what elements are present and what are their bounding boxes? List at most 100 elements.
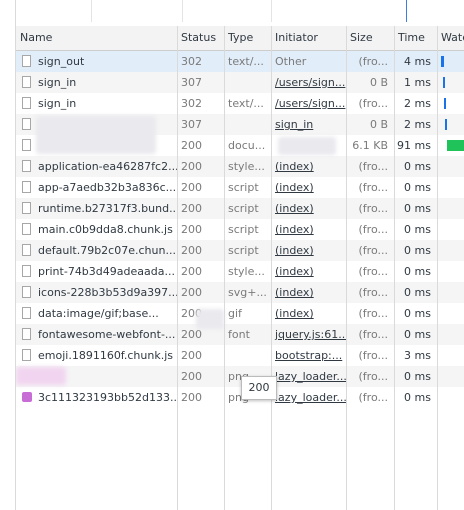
request-size: (fro... [358, 265, 388, 278]
request-size: (fro... [358, 349, 388, 362]
column-header-initiator[interactable]: Initiator [271, 26, 346, 50]
request-status: 200 [181, 223, 202, 236]
request-initiator[interactable]: /users/sign... [271, 72, 346, 93]
request-name: sign_in [38, 76, 77, 89]
request-name: sign_in [38, 97, 77, 110]
network-overview[interactable] [0, 0, 464, 27]
redaction-blur [278, 137, 336, 155]
left-gutter [0, 26, 16, 510]
request-type [224, 72, 271, 93]
request-time: 91 ms [397, 139, 431, 152]
request-time: 0 ms [404, 244, 431, 257]
request-initiator[interactable]: (index) [271, 156, 346, 177]
column-divider[interactable] [271, 26, 272, 510]
request-size: (fro... [358, 55, 388, 68]
table-row[interactable]: 3c111323193bb52d133... 200 png lazy_loader.… [16, 387, 464, 408]
request-size: (fro... [358, 391, 388, 404]
request-initiator[interactable]: (index) [271, 282, 346, 303]
requests-table[interactable]: Name Status Type Initiator Size Time Wat… [16, 26, 464, 510]
request-size: 0 B [369, 76, 388, 89]
request-initiator[interactable]: (index) [271, 261, 346, 282]
request-status: 200 [181, 370, 202, 383]
request-type: script [228, 202, 259, 215]
table-row[interactable]: sign_in 307/users/sign... 0 B 1 ms [16, 72, 464, 93]
overview-gridline [91, 0, 92, 22]
request-initiator[interactable]: lazy_loader... [271, 366, 346, 387]
request-status: 200 [181, 391, 202, 404]
table-row[interactable]: app-a7aedb32b3a836c... 200 script (index) (f… [16, 177, 464, 198]
table-row[interactable]: fontawesome-webfont-... 200 font jquery.js:… [16, 324, 464, 345]
request-size: (fro... [358, 223, 388, 236]
column-divider[interactable] [437, 26, 438, 510]
redaction-blur [36, 116, 156, 154]
column-header-name[interactable]: Name [16, 26, 177, 50]
table-row[interactable]: runtime.b27317f3.bund... 200 script (index)… [16, 198, 464, 219]
request-size: 0 B [369, 118, 388, 131]
request-initiator[interactable]: (index) [271, 240, 346, 261]
request-initiator[interactable]: (index) [271, 177, 346, 198]
column-divider[interactable] [224, 26, 225, 510]
request-time: 0 ms [404, 265, 431, 278]
request-type [224, 345, 271, 366]
table-row[interactable]: 200 png lazy_loader... (fro... 0 ms [16, 366, 464, 387]
request-type: text/... [228, 97, 264, 110]
request-initiator[interactable]: lazy_loader... [271, 387, 346, 408]
request-type: style... [228, 265, 265, 278]
request-time: 0 ms [404, 328, 431, 341]
request-status: 200 [181, 181, 202, 194]
request-time: 2 ms [404, 118, 431, 131]
request-time: 0 ms [404, 286, 431, 299]
request-type: docu... [228, 139, 266, 152]
table-row[interactable]: sign_out 302 text/... Other (fro... 4 ms [16, 51, 464, 72]
request-size: (fro... [358, 370, 388, 383]
request-time: 3 ms [404, 349, 431, 362]
request-time: 1 ms [404, 76, 431, 89]
table-row[interactable]: emoji.1891160f.chunk.js 200 bootstrap:... (… [16, 345, 464, 366]
request-name: runtime.b27317f3.bund... [38, 202, 177, 215]
request-size: (fro... [358, 244, 388, 257]
column-header-status[interactable]: Status [177, 26, 224, 50]
request-initiator[interactable]: /users/sign... [271, 93, 346, 114]
request-time: 0 ms [404, 370, 431, 383]
request-name: main.c0b9dda8.chunk.js [38, 223, 173, 236]
table-row[interactable]: data:image/gif;base... 200 gif (index) (fro.… [16, 303, 464, 324]
request-initiator[interactable]: sign_in [271, 114, 346, 135]
request-size: (fro... [358, 286, 388, 299]
request-name: emoji.1891160f.chunk.js [38, 349, 173, 362]
request-time: 2 ms [404, 97, 431, 110]
column-divider[interactable] [177, 26, 178, 510]
request-time: 0 ms [404, 391, 431, 404]
column-header-type[interactable]: Type [224, 26, 271, 50]
waterfall-bar [441, 56, 444, 67]
column-divider[interactable] [394, 26, 395, 510]
request-status: 200 [181, 244, 202, 257]
request-name: app-a7aedb32b3a836c... [38, 181, 177, 194]
table-row[interactable]: main.c0b9dda8.chunk.js 200 script (index) (f… [16, 219, 464, 240]
request-status: 302 [181, 55, 202, 68]
request-initiator[interactable]: jquery.js:61... [271, 324, 346, 345]
request-initiator[interactable]: (index) [271, 303, 346, 324]
status-tooltip: 200 [241, 376, 277, 400]
request-type: script [228, 181, 259, 194]
request-initiator[interactable]: bootstrap:... [271, 345, 346, 366]
request-size: (fro... [358, 97, 388, 110]
request-initiator[interactable]: (index) [271, 198, 346, 219]
request-name: icons-228b3b53d9a397... [38, 286, 177, 299]
waterfall-bar [444, 98, 446, 109]
table-row[interactable]: application-ea46287fc2... 200 style... (ind… [16, 156, 464, 177]
column-divider[interactable] [346, 26, 347, 510]
request-type: svg+... [228, 286, 267, 299]
table-row[interactable]: print-74b3d49adeaada... 200 style... (index… [16, 261, 464, 282]
request-status: 307 [181, 118, 202, 131]
table-row[interactable]: default.79b2c07e.chun... 200 script (index)… [16, 240, 464, 261]
column-header-time[interactable]: Time [394, 26, 437, 50]
table-row[interactable]: icons-228b3b53d9a397... 200 svg+... (index)… [16, 282, 464, 303]
column-header-size[interactable]: Size [346, 26, 394, 50]
column-header-waterfall[interactable]: Wate [437, 26, 464, 50]
request-size: (fro... [358, 307, 388, 320]
request-initiator[interactable]: (index) [271, 219, 346, 240]
table-row[interactable]: sign_in 302 text/... /users/sign... (fro... 2… [16, 93, 464, 114]
request-name: data:image/gif;base... [38, 307, 159, 320]
redaction-blur [196, 309, 224, 329]
overview-gutter [0, 0, 16, 26]
